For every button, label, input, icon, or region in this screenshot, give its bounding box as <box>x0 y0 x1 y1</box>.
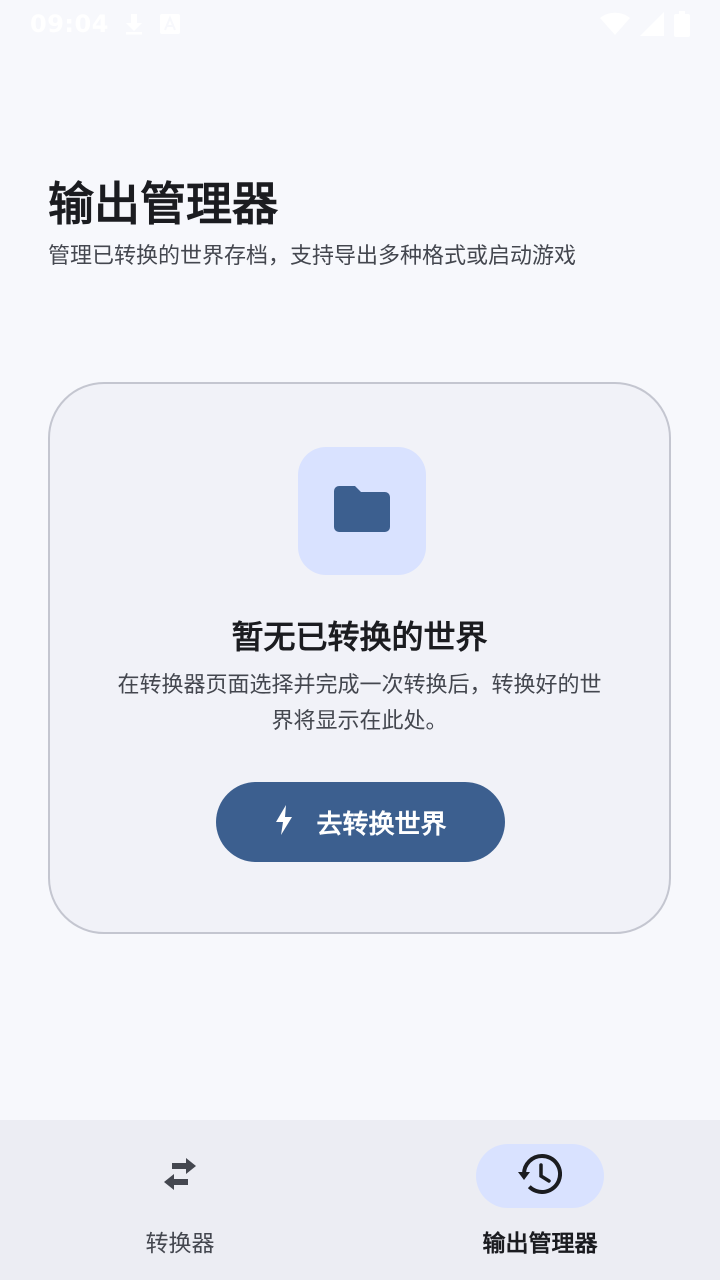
nav-item-converter[interactable]: 转换器 <box>0 1120 360 1280</box>
status-left: 09:04 <box>30 10 181 38</box>
nav-item-output-manager[interactable]: 输出管理器 <box>360 1120 720 1280</box>
folder-icon <box>334 486 390 536</box>
bolt-icon <box>274 805 294 839</box>
go-convert-button[interactable]: 去转换世界 <box>216 782 505 862</box>
empty-state-title: 暂无已转换的世界 <box>231 618 488 656</box>
nav-icon-container-active <box>476 1144 604 1208</box>
status-right <box>600 11 690 37</box>
download-icon <box>123 12 145 36</box>
swap-arrows-icon <box>160 1156 200 1196</box>
notification-a-icon <box>159 13 181 35</box>
page-subtitle: 管理已转换的世界存档，支持导出多种格式或启动游戏 <box>48 244 577 269</box>
nav-label-converter: 转换器 <box>145 1231 215 1257</box>
cellular-icon <box>640 12 664 36</box>
nav-icon-container <box>116 1144 244 1208</box>
folder-icon-tile <box>298 447 426 575</box>
nav-label-output-manager: 输出管理器 <box>482 1231 598 1257</box>
go-convert-button-label: 去转换世界 <box>316 809 447 840</box>
wifi-icon <box>600 12 630 36</box>
bottom-navigation: 转换器 输出管理器 <box>0 1120 720 1280</box>
battery-icon <box>674 11 690 37</box>
status-bar: 09:04 <box>0 0 720 48</box>
history-icon <box>518 1153 563 1198</box>
page-title: 输出管理器 <box>48 177 278 231</box>
status-time: 09:04 <box>30 10 109 38</box>
empty-state-card: 暂无已转换的世界 在转换器页面选择并完成一次转换后，转换好的世界将显示在此处。 … <box>48 382 671 934</box>
empty-state-description: 在转换器页面选择并完成一次转换后，转换好的世界将显示在此处。 <box>117 673 602 734</box>
